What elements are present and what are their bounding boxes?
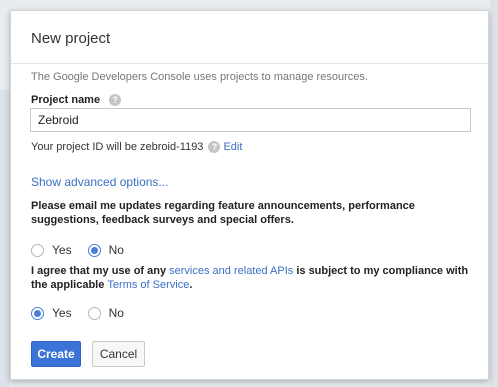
project-id-text: Your project ID will be zebroid-1193 — [31, 141, 204, 153]
terms-agreement-question: I agree that my use of any services and … — [31, 264, 481, 292]
agree-yes-option[interactable]: Yes — [31, 306, 72, 320]
help-icon[interactable]: ? — [208, 141, 221, 153]
help-icon[interactable]: ? — [109, 94, 122, 106]
email-no-label: No — [108, 243, 124, 257]
agree-prefix: I agree that my use of any — [31, 265, 170, 277]
agree-no-option[interactable]: No — [87, 306, 124, 320]
agree-no-radio[interactable] — [87, 306, 101, 320]
email-updates-options: Yes No — [31, 243, 140, 257]
services-apis-link[interactable]: services and related APIs — [169, 265, 293, 277]
create-button[interactable]: Create — [31, 341, 81, 367]
agree-yes-label: Yes — [52, 306, 72, 320]
project-name-label: Project name — [31, 94, 101, 106]
edit-project-id-link[interactable]: Edit — [223, 141, 242, 153]
terms-agreement-options: Yes No — [31, 306, 140, 320]
terms-of-service-link[interactable]: Terms of Service — [107, 279, 189, 291]
intro-text: The Google Developers Console uses proje… — [31, 71, 368, 83]
email-no-radio[interactable] — [87, 243, 101, 257]
background-panel — [0, 90, 10, 387]
email-yes-label: Yes — [52, 243, 72, 257]
email-no-option[interactable]: No — [87, 243, 124, 257]
cancel-button[interactable]: Cancel — [92, 341, 145, 367]
title-divider — [11, 63, 488, 64]
email-updates-question: Please email me updates regarding featur… — [31, 200, 415, 226]
email-yes-radio[interactable] — [31, 243, 44, 257]
background-scrollbar — [490, 0, 498, 387]
dialog-title: New project — [31, 30, 111, 47]
project-name-input[interactable] — [30, 108, 471, 132]
project-id-line: Your project ID will be zebroid-1193 ? E… — [31, 141, 242, 153]
project-name-label-row: Project name ? — [31, 94, 122, 106]
agree-suffix: . — [189, 279, 193, 291]
agree-no-label: No — [108, 306, 124, 320]
email-yes-option[interactable]: Yes — [31, 243, 72, 257]
new-project-dialog: New project The Google Developers Consol… — [10, 10, 489, 380]
agree-yes-radio[interactable] — [31, 306, 44, 320]
show-advanced-options-link[interactable]: Show advanced options... — [31, 175, 168, 189]
